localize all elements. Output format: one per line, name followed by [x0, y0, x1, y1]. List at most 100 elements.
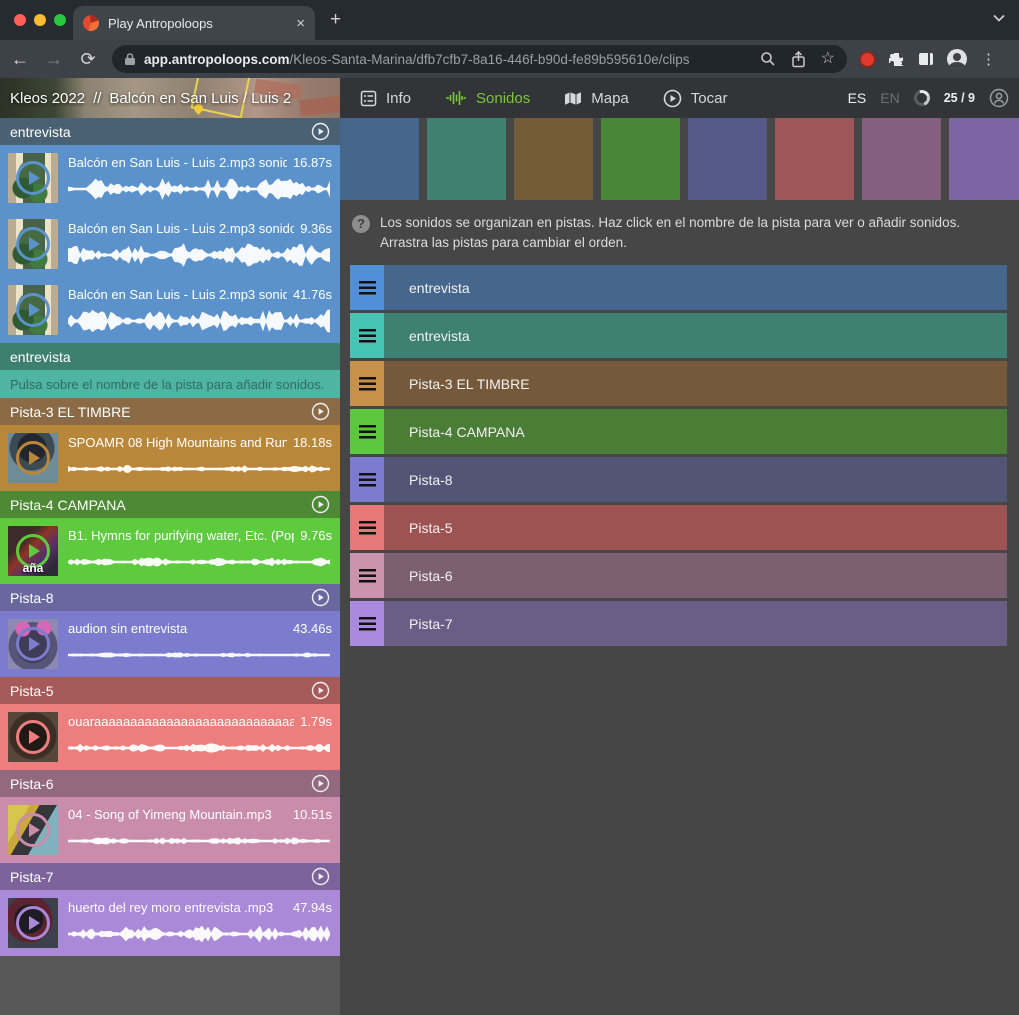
- track-name[interactable]: Pista-8: [384, 457, 1007, 502]
- zoom-icon[interactable]: [760, 51, 776, 67]
- profile-avatar[interactable]: [947, 49, 967, 69]
- tab-tocar[interactable]: Tocar: [663, 89, 728, 108]
- minimize-window-button[interactable]: [34, 14, 46, 26]
- clip-waveform[interactable]: [68, 176, 332, 202]
- clip-thumbnail[interactable]: [8, 619, 58, 669]
- track-name[interactable]: Pista-5: [384, 505, 1007, 550]
- sidebar-section-title[interactable]: Pista-6: [10, 776, 311, 792]
- map-thumbnail[interactable]: Kleos 2022 // Balcón en San Luis / Luis …: [0, 78, 340, 118]
- audio-clip[interactable]: huerto del rey moro entrevista .mp3 47.9…: [0, 890, 340, 956]
- close-window-button[interactable]: [14, 14, 26, 26]
- clip-waveform[interactable]: [68, 642, 332, 668]
- browser-menu-icon[interactable]: ⋮: [981, 50, 996, 68]
- clip-waveform[interactable]: [68, 735, 332, 761]
- track-row[interactable]: entrevista: [350, 313, 1007, 358]
- clip-thumbnail[interactable]: [8, 898, 58, 948]
- clip-thumbnail[interactable]: [8, 153, 58, 203]
- sidebar-section-header[interactable]: entrevista: [0, 118, 340, 145]
- drag-handle[interactable]: [350, 409, 384, 454]
- drag-handle[interactable]: [350, 361, 384, 406]
- sidebar-section-title[interactable]: entrevista: [10, 349, 330, 365]
- sidebar-section-header[interactable]: Pista-5: [0, 677, 340, 704]
- track-row[interactable]: Pista-4 CAMPANA: [350, 409, 1007, 454]
- clip-thumbnail[interactable]: [8, 285, 58, 335]
- sidebar-section-title[interactable]: Pista-4 CAMPANA: [10, 497, 311, 513]
- audio-clip[interactable]: Balcón en San Luis - Luis 2.mp3 sonido h…: [0, 277, 340, 343]
- chevron-down-icon[interactable]: [993, 14, 1005, 22]
- audio-clip[interactable]: Balcón en San Luis - Luis 2.mp3 sonido h…: [0, 211, 340, 277]
- sidebar-section-header[interactable]: Pista-7: [0, 863, 340, 890]
- clip-waveform[interactable]: [68, 242, 332, 268]
- track-row[interactable]: entrevista: [350, 265, 1007, 310]
- sidebar-section-title[interactable]: Pista-7: [10, 869, 311, 885]
- track-name[interactable]: Pista-7: [384, 601, 1007, 646]
- sidebar-section-header[interactable]: Pista-8: [0, 584, 340, 611]
- track-row[interactable]: Pista-7: [350, 601, 1007, 646]
- clip-waveform[interactable]: [68, 549, 332, 575]
- share-icon[interactable]: [791, 51, 806, 68]
- section-play-icon[interactable]: [311, 588, 330, 607]
- track-row[interactable]: Pista-5: [350, 505, 1007, 550]
- sidebar-section-title[interactable]: Pista-3 EL TIMBRE: [10, 404, 311, 420]
- tab-close-icon[interactable]: ×: [296, 15, 305, 32]
- window-controls[interactable]: [14, 14, 66, 26]
- section-play-icon[interactable]: [311, 122, 330, 141]
- tab-info[interactable]: Info: [360, 90, 411, 107]
- sidebar-section-header[interactable]: entrevista: [0, 343, 340, 370]
- extensions-puzzle-icon[interactable]: [888, 51, 905, 68]
- sidebar-section-header[interactable]: Pista-6: [0, 770, 340, 797]
- clip-play-icon[interactable]: [16, 293, 50, 327]
- audio-clip[interactable]: 04 - Song of Yimeng Mountain.mp3 10.51s: [0, 797, 340, 863]
- clip-waveform[interactable]: [68, 308, 332, 334]
- clip-play-icon[interactable]: [16, 813, 50, 847]
- track-row[interactable]: Pista-6: [350, 553, 1007, 598]
- section-play-icon[interactable]: [311, 402, 330, 421]
- audio-clip[interactable]: audion sin entrevista 43.46s: [0, 611, 340, 677]
- tab-sonidos[interactable]: Sonidos: [445, 90, 530, 107]
- new-tab-button[interactable]: +: [330, 10, 341, 29]
- lang-en-button[interactable]: EN: [880, 90, 899, 106]
- track-name[interactable]: Pista-3 EL TIMBRE: [384, 361, 1007, 406]
- maximize-window-button[interactable]: [54, 14, 66, 26]
- reload-button[interactable]: ⟳: [78, 49, 98, 70]
- clip-thumbnail[interactable]: [8, 433, 58, 483]
- track-name[interactable]: entrevista: [384, 265, 1007, 310]
- drag-handle[interactable]: [350, 265, 384, 310]
- clip-waveform[interactable]: [68, 456, 332, 482]
- track-name[interactable]: entrevista: [384, 313, 1007, 358]
- clip-play-icon[interactable]: [16, 906, 50, 940]
- section-play-icon[interactable]: [311, 495, 330, 514]
- tab-mapa[interactable]: Mapa: [564, 90, 629, 107]
- clip-play-icon[interactable]: [16, 161, 50, 195]
- sidebar-section-header[interactable]: Pista-4 CAMPANA: [0, 491, 340, 518]
- clip-thumbnail[interactable]: aña: [8, 526, 58, 576]
- sidebar-section-title[interactable]: Pista-8: [10, 590, 311, 606]
- section-play-icon[interactable]: [311, 774, 330, 793]
- sidebar-section-header[interactable]: Pista-3 EL TIMBRE: [0, 398, 340, 425]
- audio-clip[interactable]: Balcón en San Luis - Luis 2.mp3 sonido h…: [0, 145, 340, 211]
- lang-es-button[interactable]: ES: [848, 90, 867, 106]
- clip-play-icon[interactable]: [16, 441, 50, 475]
- browser-tab[interactable]: Play Antropoloops ×: [73, 6, 315, 40]
- clip-thumbnail[interactable]: [8, 219, 58, 269]
- side-panel-icon[interactable]: [919, 53, 933, 65]
- breadcrumb-project[interactable]: Kleos 2022: [10, 90, 85, 107]
- clip-waveform[interactable]: [68, 828, 332, 854]
- bookmark-star-icon[interactable]: ☆: [821, 51, 835, 67]
- section-play-icon[interactable]: [311, 681, 330, 700]
- audio-clip[interactable]: SPOAMR 08 High Mountains and Running ...…: [0, 425, 340, 491]
- drag-handle[interactable]: [350, 457, 384, 502]
- address-bar[interactable]: app.antropoloops.com/Kleos-Santa-Marina/…: [112, 45, 847, 73]
- section-play-icon[interactable]: [311, 867, 330, 886]
- sidebar-section-title[interactable]: Pista-5: [10, 683, 311, 699]
- track-name[interactable]: Pista-4 CAMPANA: [384, 409, 1007, 454]
- clip-play-icon[interactable]: [16, 627, 50, 661]
- audio-clip[interactable]: ouaraaaaaaaaaaaaaaaaaaaaaaaaaaaaaaaaaaa.…: [0, 704, 340, 770]
- track-row[interactable]: Pista-3 EL TIMBRE: [350, 361, 1007, 406]
- drag-handle[interactable]: [350, 505, 384, 550]
- clip-thumbnail[interactable]: [8, 712, 58, 762]
- breadcrumb[interactable]: Kleos 2022 // Balcón en San Luis / Luis …: [10, 78, 291, 118]
- clip-play-icon[interactable]: [16, 720, 50, 754]
- sidebar-section-title[interactable]: entrevista: [10, 124, 311, 140]
- clip-waveform[interactable]: [68, 921, 332, 947]
